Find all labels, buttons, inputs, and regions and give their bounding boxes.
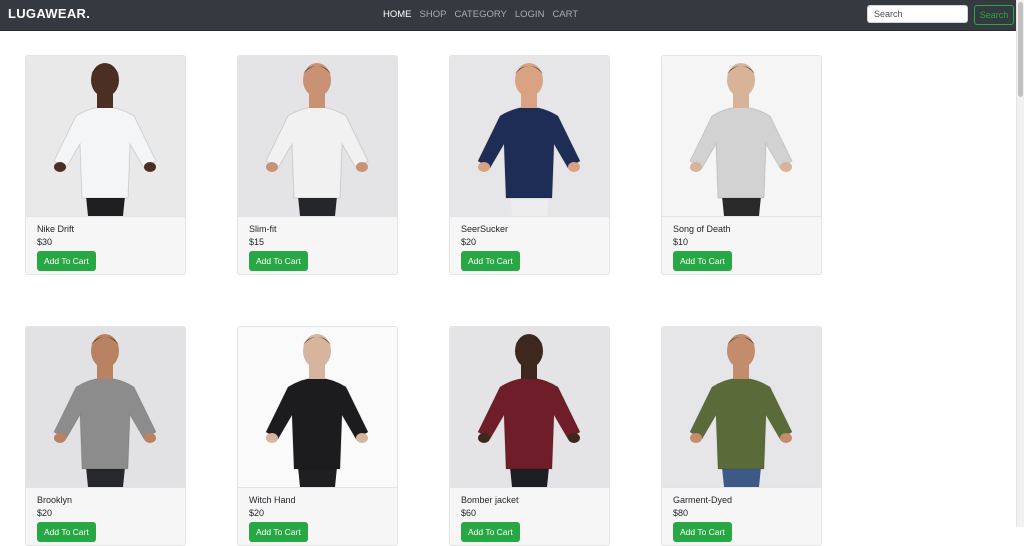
- product-price: $10: [673, 237, 689, 247]
- add-to-cart-button[interactable]: Add To Cart: [461, 251, 520, 271]
- product-price: $80: [673, 508, 689, 518]
- product-card-body: Garment-Dyed $80 Add To Cart: [662, 488, 821, 542]
- product-card[interactable]: Song of Death $10 Add To Cart: [661, 55, 822, 275]
- product-card[interactable]: Garment-Dyed $80 Add To Cart: [661, 326, 822, 546]
- product-name[interactable]: SeerSucker: [461, 224, 598, 236]
- product-card-body: SeerSucker $20 Add To Cart: [450, 217, 609, 271]
- product-card[interactable]: Bomber jacket $60 Add To Cart: [449, 326, 610, 546]
- product-name[interactable]: Song of Death: [673, 224, 810, 236]
- nav-link-category[interactable]: CATEGORY: [454, 9, 506, 20]
- product-image[interactable]: [662, 327, 821, 488]
- brand-logo[interactable]: LUGAWEAR.: [8, 6, 90, 21]
- product-price: $20: [249, 508, 265, 518]
- product-card[interactable]: Witch Hand $20 Add To Cart: [237, 326, 398, 546]
- product-image[interactable]: [662, 56, 821, 217]
- product-card-body: Slim-fit $15 Add To Cart: [238, 217, 397, 271]
- add-to-cart-button[interactable]: Add To Cart: [461, 522, 520, 542]
- product-name[interactable]: Garment-Dyed: [673, 495, 810, 507]
- navbar: LUGAWEAR. HOME SHOP CATEGORY LOGIN CART …: [0, 0, 1016, 31]
- add-to-cart-button[interactable]: Add To Cart: [37, 522, 96, 542]
- product-price: $20: [461, 237, 477, 247]
- nav-links: HOME SHOP CATEGORY LOGIN CART: [383, 9, 578, 20]
- add-to-cart-button[interactable]: Add To Cart: [673, 251, 732, 271]
- product-card-body: Song of Death $10 Add To Cart: [662, 217, 821, 271]
- search-button[interactable]: Search: [974, 5, 1014, 25]
- product-image[interactable]: [238, 56, 397, 217]
- product-name[interactable]: Nike Drift: [37, 224, 174, 236]
- scroll-thumb[interactable]: [1018, 2, 1023, 97]
- search-input[interactable]: [867, 5, 968, 23]
- product-price: $30: [37, 237, 53, 247]
- product-name[interactable]: Brooklyn: [37, 495, 174, 507]
- add-to-cart-button[interactable]: Add To Cart: [673, 522, 732, 542]
- product-image[interactable]: [26, 56, 185, 217]
- product-image[interactable]: [450, 327, 609, 488]
- product-name[interactable]: Slim-fit: [249, 224, 386, 236]
- nav-link-login[interactable]: LOGIN: [515, 9, 545, 20]
- product-card-body: Witch Hand $20 Add To Cart: [238, 488, 397, 542]
- nav-link-cart[interactable]: CART: [552, 9, 578, 20]
- product-card-body: Nike Drift $30 Add To Cart: [26, 217, 185, 271]
- product-image[interactable]: [450, 56, 609, 217]
- product-price: $20: [37, 508, 53, 518]
- nav-link-shop[interactable]: SHOP: [420, 9, 447, 20]
- add-to-cart-button[interactable]: Add To Cart: [249, 251, 308, 271]
- product-card-body: Bomber jacket $60 Add To Cart: [450, 488, 609, 542]
- product-card[interactable]: Brooklyn $20 Add To Cart: [25, 326, 186, 546]
- product-name[interactable]: Witch Hand: [249, 495, 386, 507]
- page-scrollbar[interactable]: [1016, 0, 1024, 527]
- product-card[interactable]: SeerSucker $20 Add To Cart: [449, 55, 610, 275]
- product-name[interactable]: Bomber jacket: [461, 495, 598, 507]
- product-price: $60: [461, 508, 477, 518]
- product-price: $15: [249, 237, 265, 247]
- add-to-cart-button[interactable]: Add To Cart: [249, 522, 308, 542]
- product-card-body: Brooklyn $20 Add To Cart: [26, 488, 185, 542]
- product-image[interactable]: [238, 327, 397, 488]
- product-card[interactable]: Slim-fit $15 Add To Cart: [237, 55, 398, 275]
- add-to-cart-button[interactable]: Add To Cart: [37, 251, 96, 271]
- product-grid: Nike Drift $30 Add To Cart Slim-fit $15 Add T…: [25, 55, 822, 546]
- nav-link-home[interactable]: HOME: [383, 9, 412, 20]
- product-card[interactable]: Nike Drift $30 Add To Cart: [25, 55, 186, 275]
- product-image[interactable]: [26, 327, 185, 488]
